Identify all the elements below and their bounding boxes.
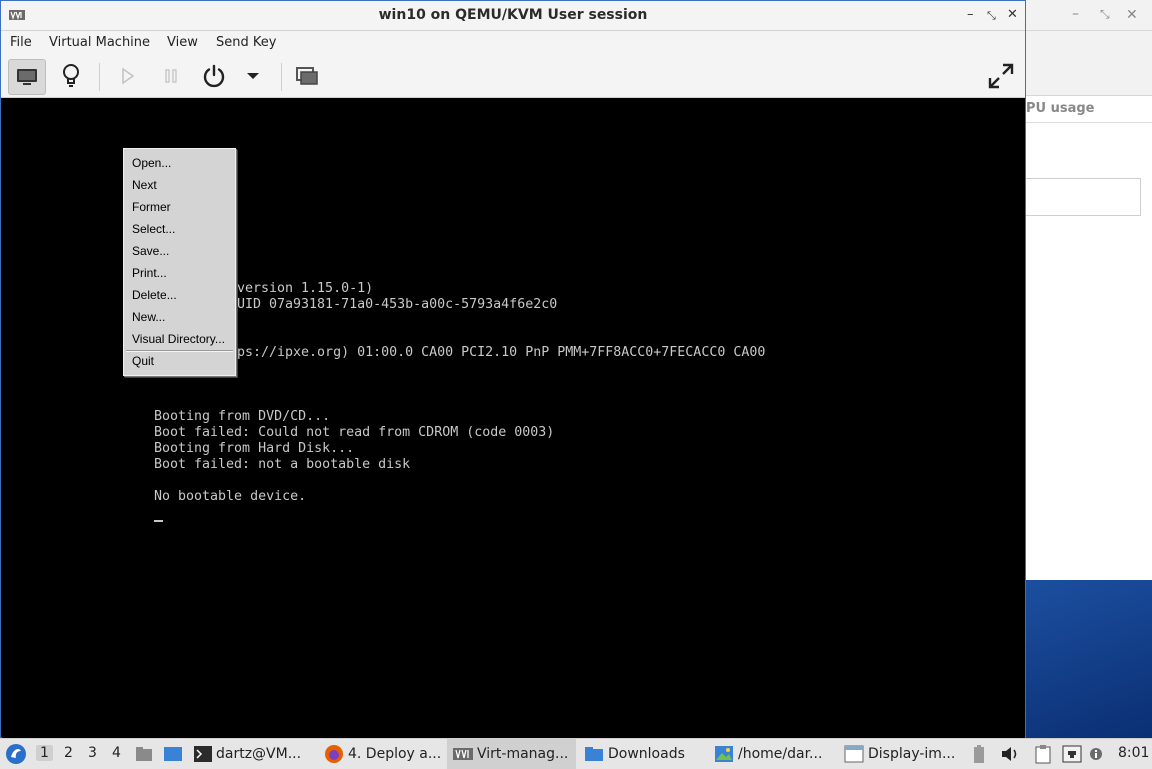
clock[interactable]: 8:01	[1118, 745, 1149, 761]
window-title: win10 on QEMU/KVM User session	[378, 7, 648, 23]
window-titlebar[interactable]: win10 on QEMU/KVM User session – ⤡ ✕	[1, 1, 1025, 31]
console-line: No bootable device.	[154, 489, 307, 504]
tray-notifications[interactable]	[1089, 739, 1103, 769]
console-view-button[interactable]	[8, 59, 46, 95]
console-line: Boot failed: not a bootable disk	[154, 457, 411, 472]
task-image-viewer[interactable]: /home/dar...	[714, 739, 822, 769]
toolbar	[1, 55, 1025, 98]
console-line: Booting from DVD/CD...	[154, 409, 331, 424]
menu-virtual-machine[interactable]: Virtual Machine	[49, 35, 150, 50]
file-manager-launcher[interactable]	[135, 739, 153, 769]
console-line: version 1.15.0-1)	[237, 281, 374, 296]
task-label: Display-im...	[868, 746, 956, 762]
tray-battery[interactable]	[972, 739, 986, 769]
background-close-button[interactable]: ✕	[1126, 7, 1138, 23]
fullscreen-button[interactable]	[983, 59, 1019, 93]
tray-volume[interactable]	[1000, 739, 1020, 769]
virt-manager-icon	[453, 748, 473, 760]
snapshots-button[interactable]	[289, 59, 325, 93]
menu-send-key[interactable]: Send Key	[216, 35, 276, 50]
terminal-icon	[194, 746, 212, 762]
firefox-icon	[325, 745, 343, 763]
task-label: Downloads	[608, 746, 685, 762]
console-line: Boot failed: Could not read from CDROM (…	[154, 425, 555, 440]
cpu-usage-column-header[interactable]: PU usage	[1026, 98, 1152, 123]
shutdown-button[interactable]	[196, 59, 232, 93]
toolbar-separator	[281, 63, 282, 91]
tray-clipboard[interactable]	[1034, 739, 1052, 769]
network-icon	[1062, 745, 1082, 763]
menu-item-open[interactable]: Open...	[132, 156, 171, 170]
folder-icon	[585, 747, 603, 761]
background-window-field[interactable]	[1026, 178, 1141, 216]
menu-item-visual-directory[interactable]: Visual Directory...	[132, 332, 225, 346]
show-desktop-button[interactable]	[163, 739, 183, 769]
console-line: UID 07a93181-71a0-453b-a00c-5793a4f6e2c0	[237, 297, 558, 312]
pause-button[interactable]	[153, 59, 189, 93]
task-label: dartz@VM...	[216, 746, 302, 762]
start-menu-button[interactable]	[5, 739, 27, 769]
details-view-button[interactable]	[53, 59, 89, 93]
minimize-button[interactable]: –	[967, 7, 974, 22]
menu-separator	[126, 350, 233, 352]
menu-item-next[interactable]: Next	[132, 178, 157, 192]
toolbar-separator	[99, 63, 100, 91]
background-window-toolbar	[1026, 31, 1152, 96]
taskbar: 1 2 3 4 dartz@VM... 4. Deploy a... Virt-…	[0, 738, 1152, 769]
desktop-icon	[164, 747, 182, 761]
console-line: Booting from Hard Disk...	[154, 441, 355, 456]
task-label: /home/dar...	[738, 746, 823, 762]
background-maximize-button[interactable]: ⤡	[1100, 7, 1110, 22]
desktop-background	[1026, 580, 1152, 738]
battery-icon	[974, 745, 984, 763]
workspace-3[interactable]: 3	[88, 745, 97, 761]
close-button[interactable]: ✕	[1007, 7, 1018, 22]
folder-icon	[136, 747, 152, 761]
menu-view[interactable]: View	[167, 35, 198, 50]
monitor-icon	[17, 69, 37, 85]
console-line: ps://ipxe.org) 01:00.0 CA00 PCI2.10 PnP …	[237, 345, 766, 360]
app-menu-icon	[6, 744, 26, 764]
context-menu: Open... Next Former Select... Save... Pr…	[123, 148, 236, 376]
workspace-2[interactable]: 2	[64, 745, 73, 761]
info-icon	[1090, 748, 1102, 760]
run-button[interactable]	[109, 59, 145, 93]
restore-button[interactable]: ⤡	[987, 9, 996, 23]
menu-item-new[interactable]: New...	[132, 310, 165, 324]
lightbulb-icon	[63, 64, 79, 87]
background-minimize-button[interactable]: –	[1072, 6, 1079, 22]
menu-item-save[interactable]: Save...	[132, 244, 169, 258]
task-display-settings[interactable]: Display-im...	[844, 739, 955, 769]
clipboard-icon	[1035, 745, 1051, 764]
menu-item-quit[interactable]: Quit	[132, 354, 154, 368]
workspace-4[interactable]: 4	[112, 745, 121, 761]
task-virt-manager[interactable]: Virt-manag...	[447, 739, 577, 769]
window-icon	[844, 745, 864, 763]
tray-network[interactable]	[1062, 739, 1082, 769]
task-terminal[interactable]: dartz@VM...	[194, 739, 301, 769]
workspace-1[interactable]: 1	[36, 745, 53, 761]
task-downloads[interactable]: Downloads	[584, 739, 685, 769]
task-label: 4. Deploy a...	[348, 746, 442, 762]
play-icon	[122, 67, 135, 85]
menubar: File Virtual Machine View Send Key	[1, 31, 1025, 55]
task-label: Virt-manag...	[477, 746, 569, 762]
menu-item-delete[interactable]: Delete...	[132, 288, 177, 302]
chevron-down-icon	[247, 73, 259, 79]
speaker-icon	[1002, 747, 1017, 761]
pause-icon	[165, 69, 177, 83]
text-cursor	[154, 520, 163, 522]
menu-item-print[interactable]: Print...	[132, 266, 167, 280]
image-icon	[715, 746, 733, 762]
snapshots-icon	[296, 67, 318, 85]
fullscreen-icon	[988, 63, 1014, 89]
shutdown-menu-button[interactable]	[235, 59, 271, 93]
menu-item-select[interactable]: Select...	[132, 222, 175, 236]
menu-item-former[interactable]: Former	[132, 200, 171, 214]
task-firefox[interactable]: 4. Deploy a...	[324, 739, 441, 769]
background-window: PU usage	[1026, 0, 1152, 580]
menu-file[interactable]: File	[10, 35, 32, 50]
power-icon	[203, 64, 225, 88]
